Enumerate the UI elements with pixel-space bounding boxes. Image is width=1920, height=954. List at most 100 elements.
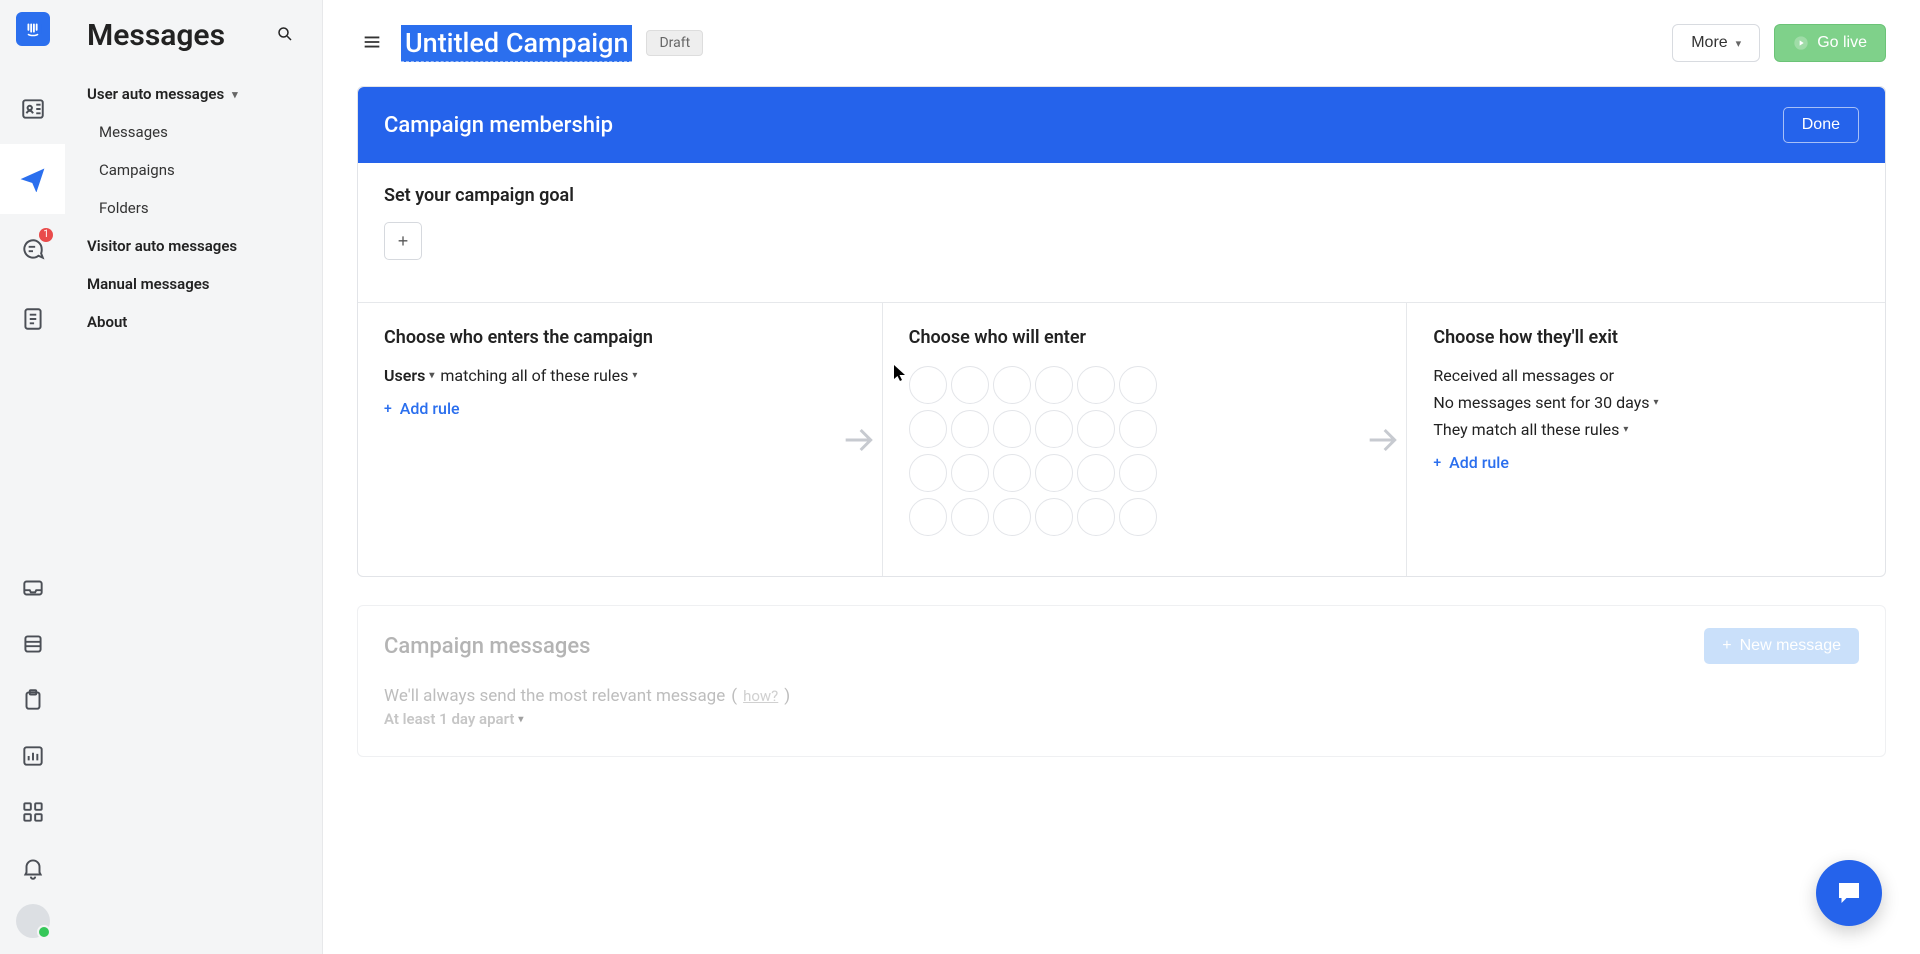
sidebar-section-about[interactable]: About xyxy=(65,303,322,341)
audience-placeholder xyxy=(993,454,1031,492)
arrow-separator xyxy=(1360,303,1406,576)
audience-placeholder xyxy=(951,454,989,492)
exit-line-1: Received all messages or xyxy=(1433,366,1614,385)
audience-placeholder xyxy=(1119,498,1157,536)
arrow-right-icon xyxy=(839,420,879,460)
sidebar: Messages User auto messages ▾ Messages C… xyxy=(65,0,323,954)
search-button[interactable] xyxy=(270,19,300,52)
plus-icon: + xyxy=(1722,637,1731,655)
audience-placeholder xyxy=(993,366,1031,404)
how-paren-close: ) xyxy=(784,686,790,706)
sidebar-item-folders[interactable]: Folders xyxy=(65,189,322,227)
more-menu-button[interactable]: More ▾ xyxy=(1672,24,1760,62)
audience-placeholder xyxy=(1077,410,1115,448)
membership-columns: Choose who enters the campaign Users ▾ m… xyxy=(358,302,1885,576)
audience-placeholder xyxy=(1035,454,1073,492)
audience-placeholder xyxy=(1119,410,1157,448)
exit-no-messages-dropdown[interactable]: No messages sent for 30 days ▾ xyxy=(1433,393,1658,412)
sidebar-section-user-auto[interactable]: User auto messages ▾ xyxy=(65,75,322,113)
exit-match-rules-dropdown[interactable]: They match all these rules ▾ xyxy=(1433,420,1628,439)
audience-placeholder xyxy=(1077,366,1115,404)
will-enter-column: Choose who will enter xyxy=(882,303,1361,576)
new-message-button[interactable]: + New message xyxy=(1704,628,1859,664)
audience-placeholder xyxy=(1077,454,1115,492)
chevron-down-icon: ▾ xyxy=(232,88,238,101)
audience-placeholder xyxy=(993,410,1031,448)
chat-launcher[interactable] xyxy=(1816,860,1882,926)
nav-articles[interactable] xyxy=(0,284,65,354)
audience-placeholder xyxy=(951,410,989,448)
go-live-button[interactable]: Go live xyxy=(1774,24,1886,62)
nav-clipboard[interactable] xyxy=(0,672,65,728)
nav-messages[interactable] xyxy=(0,144,65,214)
plus-icon: + xyxy=(1433,455,1441,471)
chevron-down-icon: ▾ xyxy=(1654,397,1659,408)
exit-heading: Choose how they'll exit xyxy=(1433,327,1859,348)
membership-header: Campaign membership Done xyxy=(358,87,1885,163)
enter-column: Choose who enters the campaign Users ▾ m… xyxy=(358,303,836,576)
sidebar-section-label: About xyxy=(87,313,127,331)
add-rule-exit[interactable]: + Add rule xyxy=(1433,453,1509,472)
audience-placeholder xyxy=(909,498,947,536)
user-avatar[interactable] xyxy=(16,904,50,938)
nav-bottom-group xyxy=(0,560,65,896)
campaign-messages-card: Campaign messages + New message We'll al… xyxy=(357,605,1886,757)
done-button[interactable]: Done xyxy=(1783,107,1859,143)
how-link[interactable]: how? xyxy=(743,687,778,705)
nav-library[interactable] xyxy=(0,616,65,672)
campaign-title-input[interactable]: Untitled Campaign xyxy=(401,25,632,62)
search-icon xyxy=(276,25,294,43)
membership-title: Campaign membership xyxy=(384,113,613,138)
app-logo[interactable] xyxy=(16,12,50,46)
chevron-down-icon: ▾ xyxy=(1736,37,1742,50)
page-title: Messages xyxy=(87,18,225,53)
audience-placeholder xyxy=(1035,410,1073,448)
cursor-icon xyxy=(893,364,907,382)
nav-inbox[interactable] xyxy=(0,560,65,616)
plus-icon: + xyxy=(384,401,392,417)
status-badge: Draft xyxy=(646,30,703,56)
match-mode-dropdown[interactable]: matching all of these rules ▾ xyxy=(440,366,637,385)
topbar: Untitled Campaign Draft More ▾ Go live xyxy=(323,0,1920,86)
audience-placeholder xyxy=(909,366,947,404)
chevron-down-icon: ▾ xyxy=(632,370,637,381)
arrow-right-icon xyxy=(1363,420,1403,460)
sidebar-section-label: User auto messages xyxy=(87,85,224,103)
audience-placeholder xyxy=(1119,366,1157,404)
nav-users[interactable] xyxy=(0,74,65,144)
audience-placeholder xyxy=(909,410,947,448)
menu-icon xyxy=(361,31,383,53)
main-content: Untitled Campaign Draft More ▾ Go live C… xyxy=(323,0,1920,954)
enter-heading: Choose who enters the campaign xyxy=(384,327,810,348)
nav-conversations[interactable]: 1 xyxy=(0,214,65,284)
nav-apps[interactable] xyxy=(0,784,65,840)
goal-heading: Set your campaign goal xyxy=(384,185,1859,206)
nav-reports[interactable] xyxy=(0,728,65,784)
sidebar-section-label: Manual messages xyxy=(87,275,210,293)
chevron-down-icon: ▾ xyxy=(518,714,523,725)
toggle-sidebar-button[interactable] xyxy=(357,27,387,60)
arrow-separator xyxy=(836,303,882,576)
audience-placeholder xyxy=(909,454,947,492)
nav-rail: 1 xyxy=(0,0,65,954)
sidebar-section-visitor-auto[interactable]: Visitor auto messages xyxy=(65,227,322,265)
relevant-message-text: We'll always send the most relevant mess… xyxy=(384,686,725,706)
chat-icon xyxy=(1834,878,1864,908)
add-rule-enter[interactable]: + Add rule xyxy=(384,399,460,418)
exit-column: Choose how they'll exit Received all mes… xyxy=(1406,303,1885,576)
sidebar-item-messages[interactable]: Messages xyxy=(65,113,322,151)
sidebar-section-label: Visitor auto messages xyxy=(87,237,237,255)
add-goal-button[interactable]: + xyxy=(384,222,422,260)
sidebar-section-manual[interactable]: Manual messages xyxy=(65,265,322,303)
messages-card-title: Campaign messages xyxy=(384,634,590,659)
conversations-badge: 1 xyxy=(39,228,53,242)
play-icon xyxy=(1793,35,1809,51)
message-spacing-dropdown[interactable]: At least 1 day apart ▾ xyxy=(384,710,523,728)
audience-placeholder xyxy=(951,366,989,404)
audience-placeholder xyxy=(1119,454,1157,492)
how-paren: ( xyxy=(731,686,737,706)
campaign-membership-card: Campaign membership Done Set your campai… xyxy=(357,86,1886,577)
sidebar-item-campaigns[interactable]: Campaigns xyxy=(65,151,322,189)
nav-notifications[interactable] xyxy=(0,840,65,896)
audience-dropdown[interactable]: Users ▾ xyxy=(384,366,434,385)
